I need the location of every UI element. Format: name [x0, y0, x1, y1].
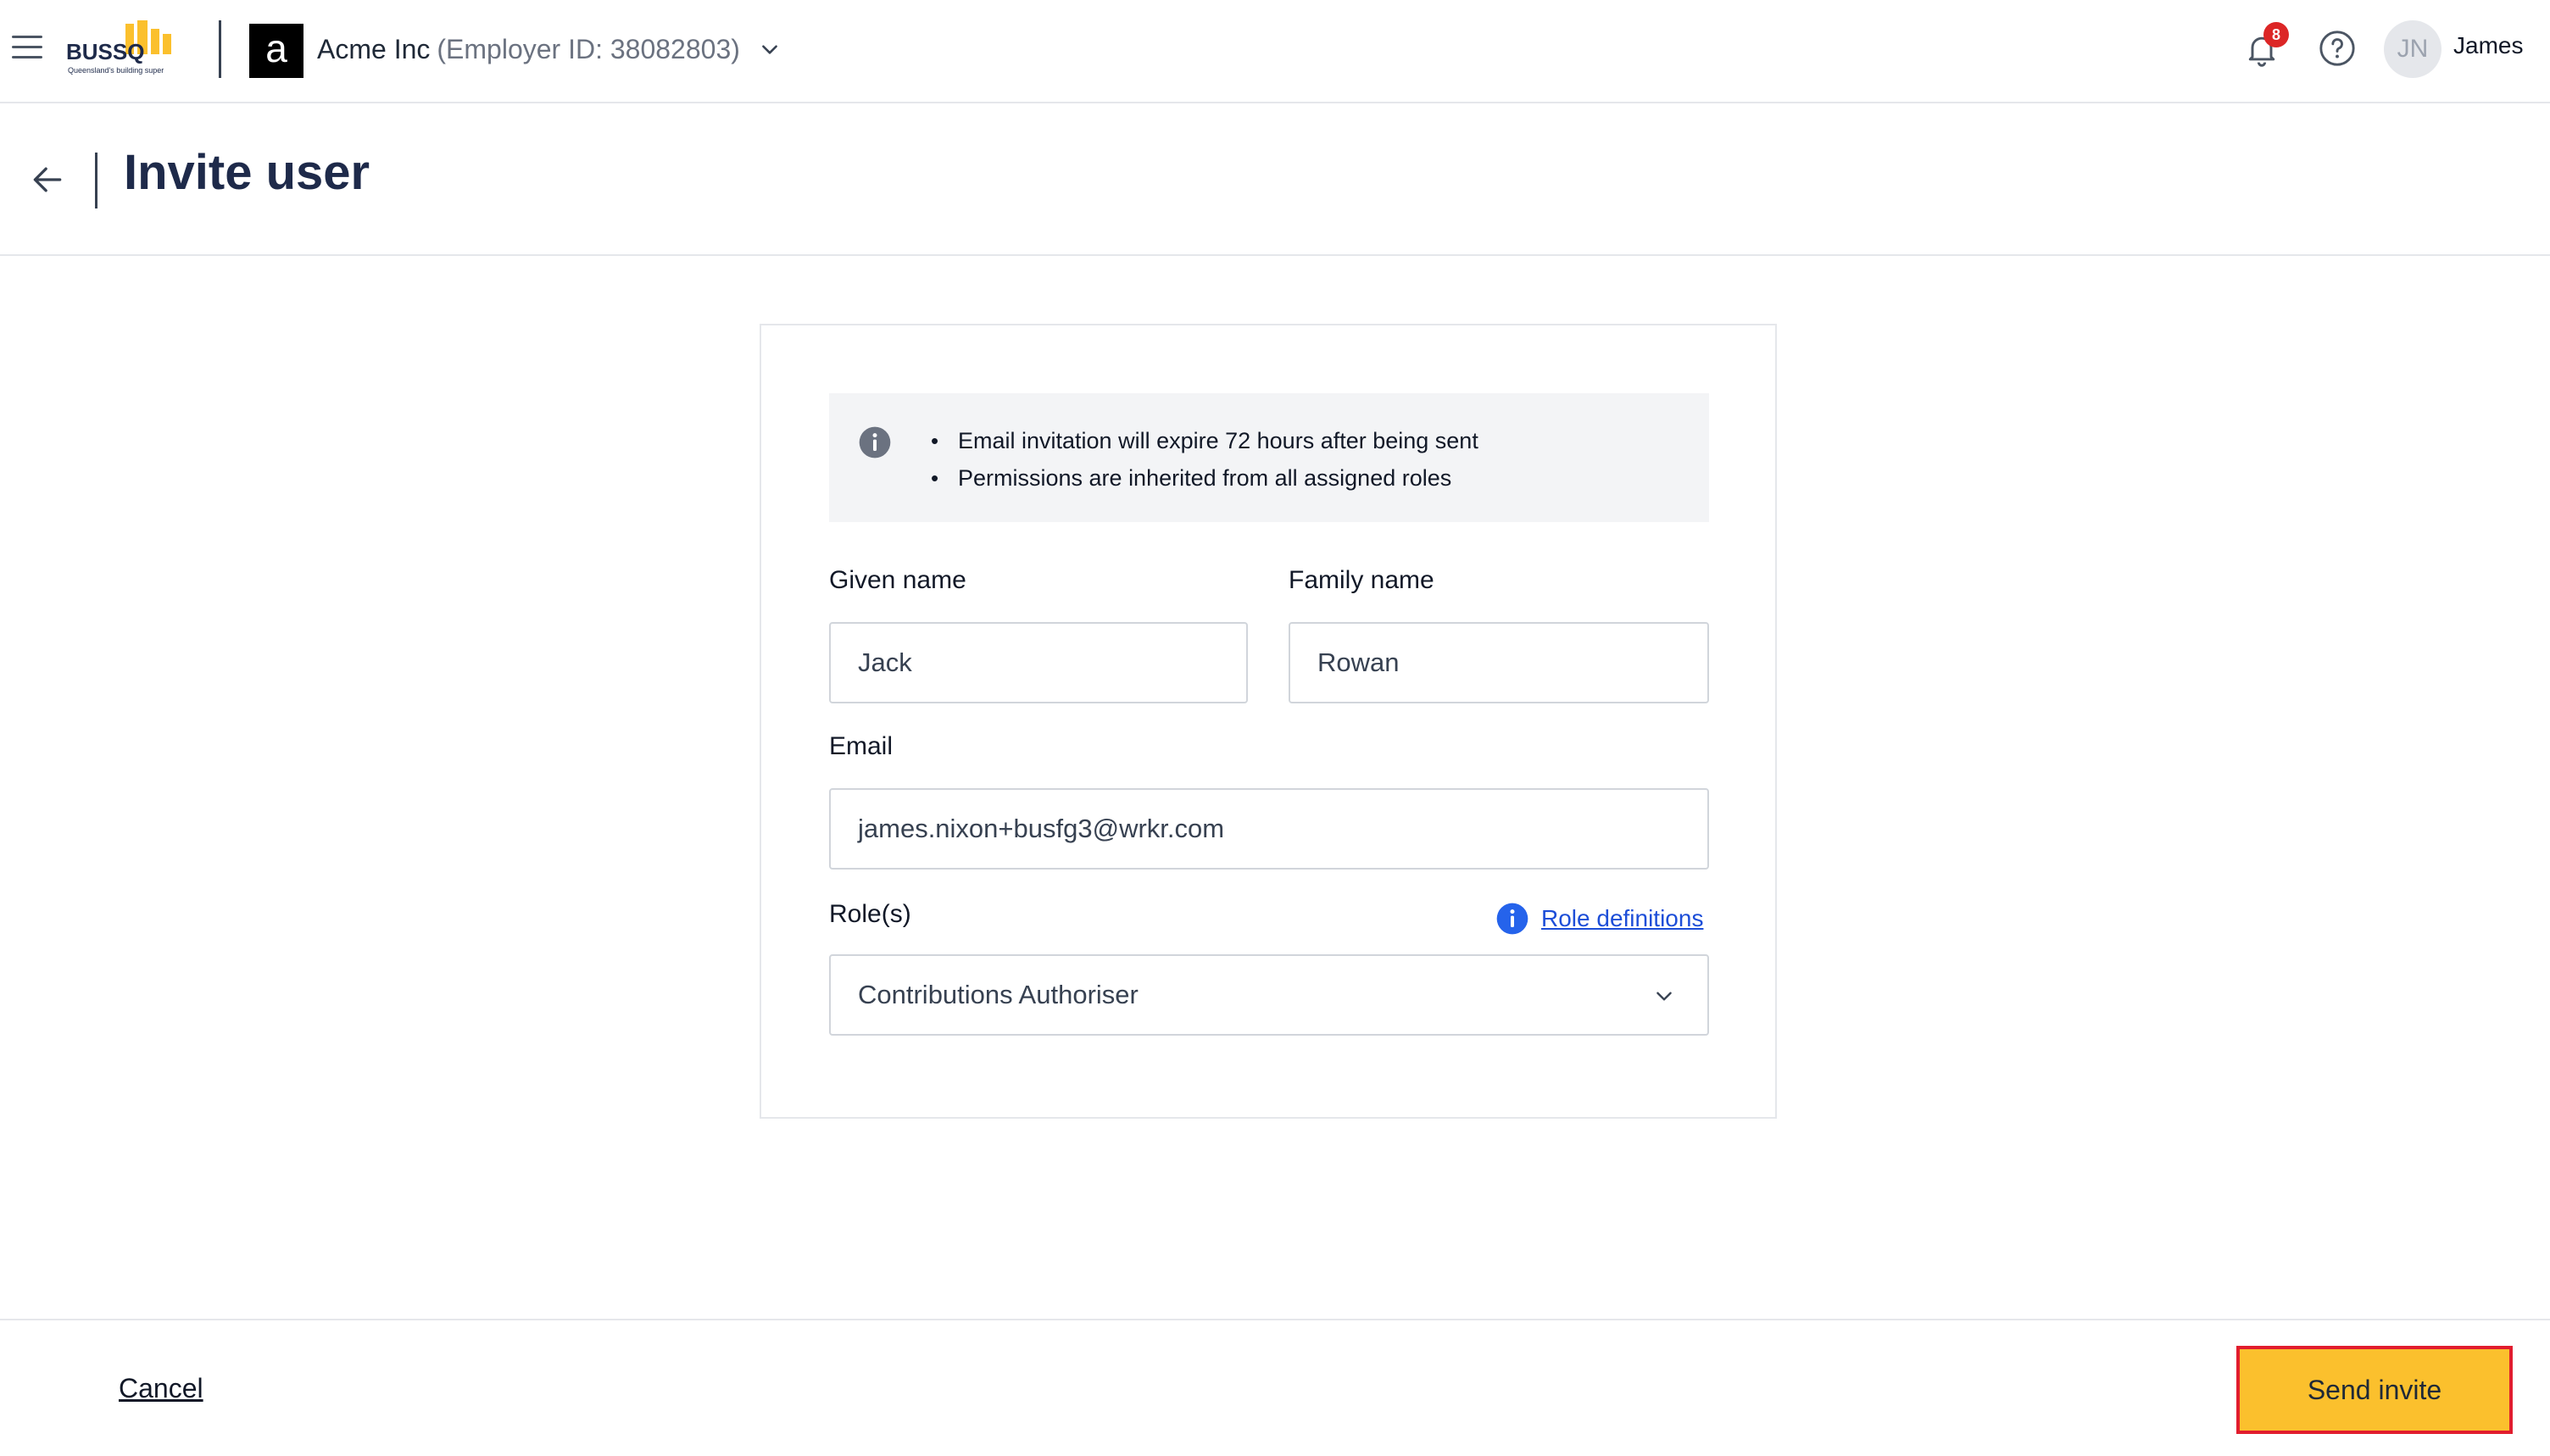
user-avatar[interactable]: JN	[2384, 20, 2441, 78]
info-list: Email invitation will expire 72 hours af…	[931, 422, 1478, 497]
logo-wordmark: BUSSQ	[66, 39, 144, 64]
email-label: Email	[829, 732, 894, 760]
page-title: Invite user	[124, 145, 370, 200]
family-name-input[interactable]: Rowan	[1289, 622, 1709, 703]
roles-label: Role(s)	[829, 900, 911, 928]
roles-selected-value: Contributions Authoriser	[858, 980, 1139, 1009]
info-notice: Email invitation will expire 72 hours af…	[829, 393, 1709, 522]
org-employer-id: (Employer ID: 38082803)	[437, 33, 740, 64]
role-definitions-link[interactable]: Role definitions	[1495, 902, 1703, 936]
bussq-logo[interactable]: BUSSQ Queensland's building super	[66, 20, 193, 76]
org-avatar: a	[249, 24, 303, 78]
top-bar: BUSSQ Queensland's building super a Acme…	[0, 0, 2550, 103]
logo-tagline: Queensland's building super	[68, 66, 164, 75]
info-icon	[1496, 903, 1528, 935]
email-input[interactable]: james.nixon+busfg3@wrkr.com	[829, 788, 1709, 870]
given-name-label: Given name	[829, 566, 966, 594]
title-divider	[95, 153, 97, 208]
given-name-input[interactable]: Jack	[829, 622, 1248, 703]
roles-select[interactable]: Contributions Authoriser	[829, 954, 1709, 1036]
info-item-expiry: Email invitation will expire 72 hours af…	[931, 422, 1478, 459]
page-header: Invite user	[0, 105, 2550, 256]
user-name[interactable]: James	[2453, 32, 2523, 59]
family-name-label: Family name	[1289, 566, 1434, 594]
chevron-down-icon	[1656, 992, 1672, 1001]
chevron-down-icon	[762, 45, 777, 54]
org-switcher[interactable]: Acme Inc (Employer ID: 38082803)	[317, 29, 781, 69]
invite-user-page: BUSSQ Queensland's building super a Acme…	[0, 0, 2550, 1456]
bussq-logo-mark: BUSSQ Queensland's building super	[66, 20, 171, 75]
notification-count-badge: 8	[2263, 22, 2289, 47]
arrow-left-icon[interactable]	[29, 161, 66, 198]
info-item-permissions: Permissions are inherited from all assig…	[931, 459, 1478, 497]
send-invite-button[interactable]: Send invite	[2236, 1346, 2513, 1434]
hamburger-icon[interactable]	[12, 36, 42, 61]
invite-form-card: Email invitation will expire 72 hours af…	[760, 324, 1777, 1119]
org-name: Acme Inc	[317, 33, 431, 64]
info-icon	[859, 426, 891, 458]
footer-bar: Cancel Send invite	[0, 1319, 2550, 1456]
help-circle-icon[interactable]	[2318, 29, 2357, 68]
header-divider	[219, 20, 221, 78]
cancel-link[interactable]: Cancel	[119, 1373, 203, 1404]
role-definitions-label: Role definitions	[1541, 905, 1704, 931]
